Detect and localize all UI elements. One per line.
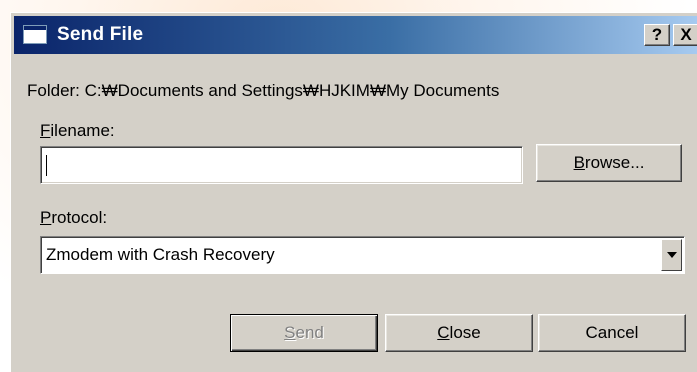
window-title: Send File	[57, 24, 144, 45]
filename-label-text: ilename:	[50, 121, 115, 140]
text-caret	[46, 155, 47, 176]
window-icon	[23, 25, 47, 44]
close-label: lose	[449, 323, 481, 342]
filename-label-accelerator: F	[40, 121, 51, 140]
browse-button[interactable]: Browse...	[536, 144, 682, 182]
help-button[interactable]: ?	[644, 24, 670, 46]
chevron-down-icon[interactable]	[661, 239, 682, 271]
send-button[interactable]: Send	[230, 314, 378, 352]
protocol-label-text: rotocol:	[51, 208, 108, 227]
protocol-selected-value: Zmodem with Crash Recovery	[46, 245, 275, 264]
close-icon[interactable]: X	[673, 24, 697, 46]
close-accelerator: C	[437, 323, 450, 342]
cancel-button[interactable]: Cancel	[538, 314, 686, 352]
title-bar[interactable]: Send File ? X	[14, 16, 697, 54]
protocol-label: Protocol:	[40, 208, 107, 228]
send-label: end	[295, 323, 324, 342]
send-accelerator: S	[284, 323, 296, 342]
folder-path: Folder: C:₩Documents and Settings₩HJKIM₩…	[27, 81, 500, 100]
browse-label: rowse...	[584, 153, 645, 172]
filename-label: Filename:	[40, 121, 115, 141]
close-button[interactable]: Close	[385, 314, 533, 352]
protocol-select[interactable]: Zmodem with Crash Recovery	[40, 236, 685, 274]
send-file-dialog: Send File ? X Folder: C:₩Documents and S…	[10, 12, 697, 372]
browse-accelerator: B	[573, 153, 585, 172]
protocol-label-accelerator: P	[40, 208, 52, 227]
filename-input[interactable]	[40, 146, 523, 184]
